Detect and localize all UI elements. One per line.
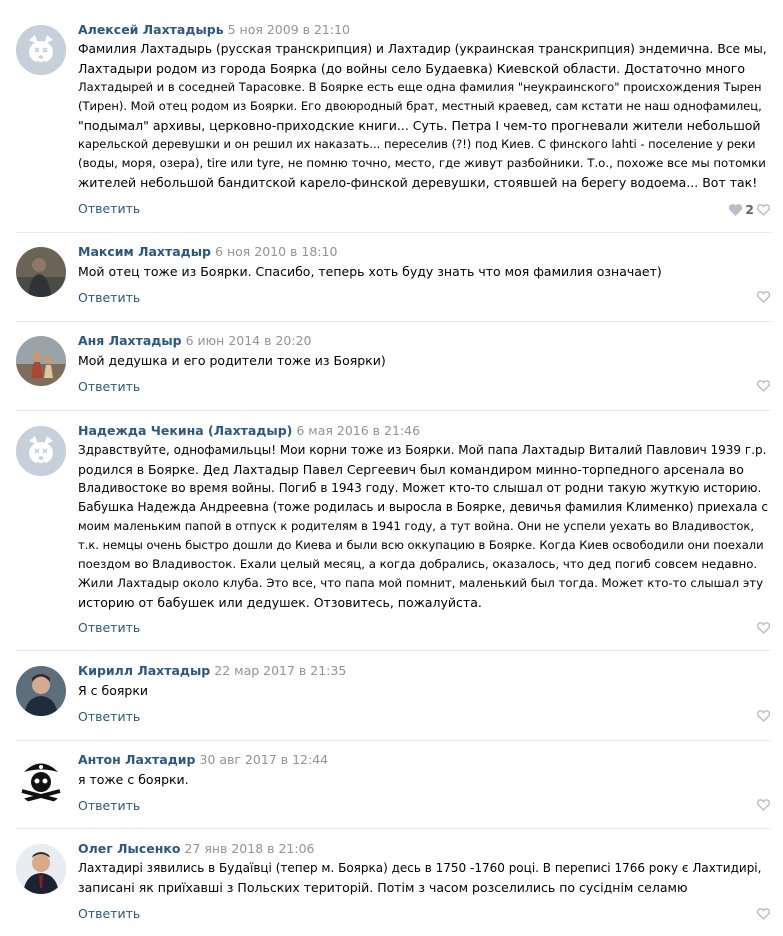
comment-text: я тоже с боярки. [78, 770, 768, 789]
comment-text: Мой отец тоже из Боярки. Спасибо, теперь… [78, 262, 768, 281]
comment-text: Мой дедушка и его родители тоже из Боярк… [78, 351, 768, 370]
comment-date[interactable]: 5 ноя 2009 в 21:10 [228, 22, 350, 37]
divider [16, 828, 771, 829]
reply-button[interactable]: Ответить [78, 620, 140, 636]
comment-text-line: т.к. немцы очень быстро дошли до Киева и… [78, 538, 764, 552]
reply-button[interactable]: Ответить [78, 906, 140, 922]
comment-header: Кирилл Лахтадыр 22 мар 2017 в 21:35 [78, 662, 346, 680]
like-button[interactable] [757, 380, 770, 392]
comment-date[interactable]: 22 мар 2017 в 21:35 [214, 663, 346, 678]
like-button[interactable] [757, 622, 770, 634]
comment-header: Антон Лахтадир 30 авг 2017 в 12:44 [78, 751, 328, 769]
divider [16, 321, 771, 322]
user-photo-icon [16, 336, 66, 386]
author-name[interactable]: Алексей Лахтадырь [78, 22, 224, 37]
heart-outline-icon[interactable] [757, 799, 770, 811]
comment-text-line: Мой дедушка и его родители тоже из Боярк… [78, 353, 386, 368]
like-button[interactable] [757, 799, 770, 811]
comment-text-line: Лахтадырей и в соседней Тарасовке. В Боя… [78, 80, 762, 94]
pirate-skull-icon [16, 755, 66, 805]
author-name[interactable]: Антон Лахтадир [78, 752, 196, 767]
comment-text-line: Мой отец тоже из Боярки. Спасибо, теперь… [78, 264, 662, 279]
comment-text-line: Жили Лахтадыр около клуба. Это все, что … [78, 576, 764, 590]
comment-text-line: жителей небольшой бандитской карело-финс… [78, 175, 758, 190]
comment-text: Я с боярки [78, 681, 768, 700]
dog-icon [16, 426, 66, 476]
author-name[interactable]: Надежда Чекина (Лахтадыр) [78, 423, 292, 438]
comment-text: Здравствуйте, однофамильцы! Мои корни то… [78, 441, 768, 612]
comment-text-line: Фамилия Лахтадырь (русская транскрипция)… [78, 42, 767, 56]
comment-text-line: Лахтадыри родом из города Боярка (до вой… [78, 61, 746, 76]
divider [16, 232, 771, 233]
like-count: 2 [745, 202, 754, 217]
user-photo-icon [16, 666, 66, 716]
comment-text-line: карельской деревушки и он решил их наказ… [78, 137, 756, 151]
comment-text-line: поездом во Владивосток. Ехали целый меся… [78, 557, 758, 571]
comment-text-line: "подымал" архивы, церковно-приходские кн… [78, 118, 761, 133]
comment-date[interactable]: 6 мая 2016 в 21:46 [296, 423, 420, 438]
user-photo-avatar[interactable] [16, 247, 66, 297]
like-button[interactable]: 2 [729, 202, 770, 217]
reply-button[interactable]: Ответить [78, 709, 140, 725]
heart-outline-icon[interactable] [757, 908, 770, 920]
comment-header: Максим Лахтадыр 6 ноя 2010 в 18:10 [78, 243, 337, 261]
comment-header: Олег Лысенко 27 янв 2018 в 21:06 [78, 840, 315, 858]
user-photo-avatar[interactable] [16, 844, 66, 894]
comment-text-line: моим маленьким папой в отпуск к родителя… [78, 519, 755, 533]
comment-text-line: (воды, моря, озера), tire или tyre, не п… [78, 156, 766, 170]
comment-date[interactable]: 6 июн 2014 в 20:20 [186, 333, 312, 348]
dog-icon [16, 25, 66, 75]
comment-text-line: записані як приїхавші з Польских територ… [78, 880, 688, 895]
comment-text: Лахтадирі зявились в Будаївці (тепер м. … [78, 859, 768, 897]
user-photo-avatar[interactable] [16, 666, 66, 716]
heart-outline-icon[interactable] [757, 710, 770, 722]
like-button[interactable] [757, 908, 770, 920]
divider [16, 740, 771, 741]
deactivated-dog-avatar[interactable] [16, 25, 66, 75]
comment-text: Фамилия Лахтадырь (русская транскрипция)… [78, 40, 768, 192]
heart-outline-icon[interactable] [757, 291, 770, 303]
comment-header: Аня Лахтадыр 6 июн 2014 в 20:20 [78, 332, 311, 350]
comment-text-line: я тоже с боярки. [78, 772, 189, 787]
divider [16, 650, 771, 651]
comment-text-line: Владивостоке во время войны. Погиб в 194… [78, 481, 762, 495]
comment-text-line: Бабушка Надежда Андреевна (тоже родилась… [78, 500, 768, 514]
heart-icon [729, 203, 743, 216]
comment-date[interactable]: 27 янв 2018 в 21:06 [184, 841, 314, 856]
comment-header: Надежда Чекина (Лахтадыр) 6 мая 2016 в 21… [78, 422, 420, 440]
comment-text-line: родился в Боярке. Дед Лахтадыр Павел Сер… [78, 462, 744, 477]
user-photo-icon [16, 844, 66, 894]
comment-date[interactable]: 30 авг 2017 в 12:44 [200, 752, 329, 767]
author-name[interactable]: Аня Лахтадыр [78, 333, 182, 348]
comment-text-line: (Тирен). Мой отец родом из Боярки. Его д… [78, 99, 762, 113]
like-button[interactable] [757, 710, 770, 722]
pirate-skull-avatar[interactable] [16, 755, 66, 805]
reply-button[interactable]: Ответить [78, 290, 140, 306]
divider [16, 410, 771, 411]
heart-outline-icon[interactable] [757, 203, 770, 216]
author-name[interactable]: Максим Лахтадыр [78, 244, 211, 259]
heart-outline-icon[interactable] [757, 622, 770, 634]
comment-header: Алексей Лахтадырь 5 ноя 2009 в 21:10 [78, 21, 350, 39]
comment-date[interactable]: 6 ноя 2010 в 18:10 [215, 244, 337, 259]
user-photo-avatar[interactable] [16, 336, 66, 386]
comment-text-line: Я с боярки [78, 683, 148, 698]
reply-button[interactable]: Ответить [78, 379, 140, 395]
comment-text-line: Здравствуйте, однофамильцы! Мои корни то… [78, 443, 767, 457]
comment-text-line: историю от бабушек или дедушек. Отзовите… [78, 595, 482, 610]
deactivated-dog-avatar[interactable] [16, 426, 66, 476]
comment-text-line: Лахтадирі зявились в Будаївці (тепер м. … [78, 861, 762, 875]
author-name[interactable]: Олег Лысенко [78, 841, 180, 856]
reply-button[interactable]: Ответить [78, 201, 140, 217]
heart-outline-icon[interactable] [757, 380, 770, 392]
reply-button[interactable]: Ответить [78, 798, 140, 814]
user-photo-icon [16, 247, 66, 297]
author-name[interactable]: Кирилл Лахтадыр [78, 663, 210, 678]
like-button[interactable] [757, 291, 770, 303]
